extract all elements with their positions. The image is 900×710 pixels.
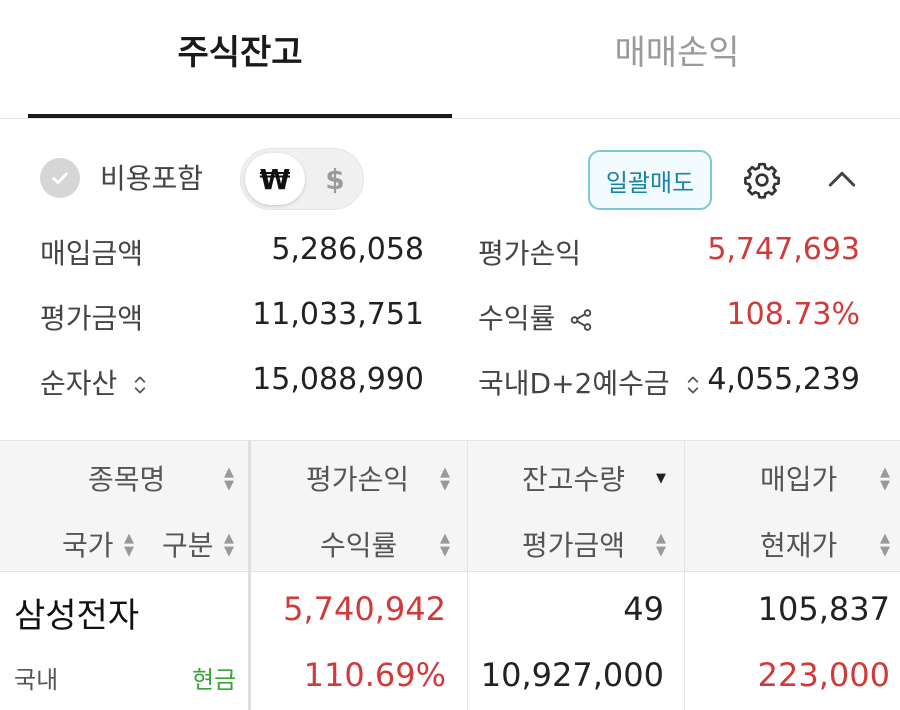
stock-country: 국내 [14, 666, 59, 694]
include-fee-label: 비용포함 [100, 162, 204, 195]
return-rate-value: 108.73% [726, 297, 860, 332]
sort-icon[interactable]: ▲ ▼ [124, 532, 134, 558]
purchase-amount-label: 매입금액 [40, 237, 144, 270]
stock-type: 현금 [192, 666, 237, 694]
share-icon[interactable] [568, 307, 594, 333]
holdings-table: 종목명 ▲ ▼ 평가손익 ▲ ▼ 잔고수량 ▼ 매입가 ▲ ▼ 국가 ▲ ▼ 구분 ▲ ▼… [0, 440, 900, 710]
header-eval-amount[interactable]: 평가금액 [522, 524, 625, 564]
header-return-rate[interactable]: 수익률 [320, 524, 397, 564]
check-icon [52, 172, 68, 184]
eval-amount-value: 11,033,751 [252, 297, 424, 332]
stock-purchase-price: 105,837 [757, 590, 890, 628]
stock-quantity: 49 [623, 590, 664, 628]
sort-icon[interactable]: ▲ ▼ [880, 466, 890, 492]
sort-icon[interactable]: ▲ ▼ [880, 532, 890, 558]
net-assets-value: 15,088,990 [252, 362, 424, 397]
domestic-deposit-value: 4,055,239 [707, 362, 860, 397]
column-divider [684, 440, 685, 710]
column-divider [248, 440, 251, 710]
header-eval-pl[interactable]: 평가손익 [306, 458, 409, 498]
sort-icon[interactable]: ▲ ▼ [440, 466, 450, 492]
sort-icon[interactable]: ▲ ▼ [224, 466, 234, 492]
sort-toggle-icon[interactable] [683, 372, 703, 398]
gear-icon[interactable] [742, 160, 782, 200]
tab-divider [0, 118, 900, 119]
column-divider [467, 440, 468, 710]
sort-toggle-icon[interactable] [130, 372, 150, 398]
sort-icon[interactable]: ▲ ▼ [656, 532, 666, 558]
header-purchase-price[interactable]: 매입가 [760, 458, 837, 498]
stock-eval-pl: 5,740,942 [283, 590, 446, 628]
return-rate-label: 수익률 [478, 302, 556, 335]
eval-pl-label: 평가손익 [478, 237, 582, 270]
header-country[interactable]: 국가 [62, 524, 114, 564]
sort-icon[interactable]: ▲ ▼ [224, 532, 234, 558]
sort-desc-icon[interactable]: ▼ [656, 472, 666, 485]
tab-bar: 주식잔고 매매손익 [0, 0, 900, 119]
header-quantity[interactable]: 잔고수량 [522, 458, 625, 498]
tab-trading-pl[interactable]: 매매손익 [452, 0, 900, 118]
domestic-deposit-label-group[interactable]: 국내D+2예수금 [478, 362, 703, 402]
header-type[interactable]: 구분 [162, 524, 214, 564]
stock-current-price: 223,000 [757, 656, 890, 694]
stock-eval-amount: 10,927,000 [480, 656, 664, 694]
tab-stock-balance[interactable]: 주식잔고 [28, 0, 452, 118]
net-assets-label-group[interactable]: 순자산 [40, 362, 150, 402]
currency-toggle[interactable]: ₩ $ [240, 148, 364, 210]
return-rate-label-group[interactable]: 수익률 [478, 297, 594, 337]
sort-icon[interactable]: ▲ ▼ [440, 532, 450, 558]
stock-name[interactable]: 삼성전자 [14, 588, 139, 637]
currency-krw-option[interactable]: ₩ [245, 153, 305, 205]
header-current-price[interactable]: 현재가 [760, 524, 837, 564]
chevron-up-icon[interactable] [822, 160, 862, 200]
sell-all-button[interactable]: 일괄매도 [588, 150, 712, 210]
eval-pl-value: 5,747,693 [707, 232, 860, 267]
purchase-amount-value: 5,286,058 [271, 232, 424, 267]
header-name[interactable]: 종목명 [88, 458, 165, 498]
net-assets-label: 순자산 [40, 367, 118, 400]
stock-return-rate: 110.69% [303, 656, 446, 694]
currency-usd-option[interactable]: $ [311, 153, 359, 205]
include-fee-checkbox[interactable] [40, 158, 80, 198]
eval-amount-label: 평가금액 [40, 302, 144, 335]
domestic-deposit-label: 국내D+2예수금 [478, 367, 670, 400]
